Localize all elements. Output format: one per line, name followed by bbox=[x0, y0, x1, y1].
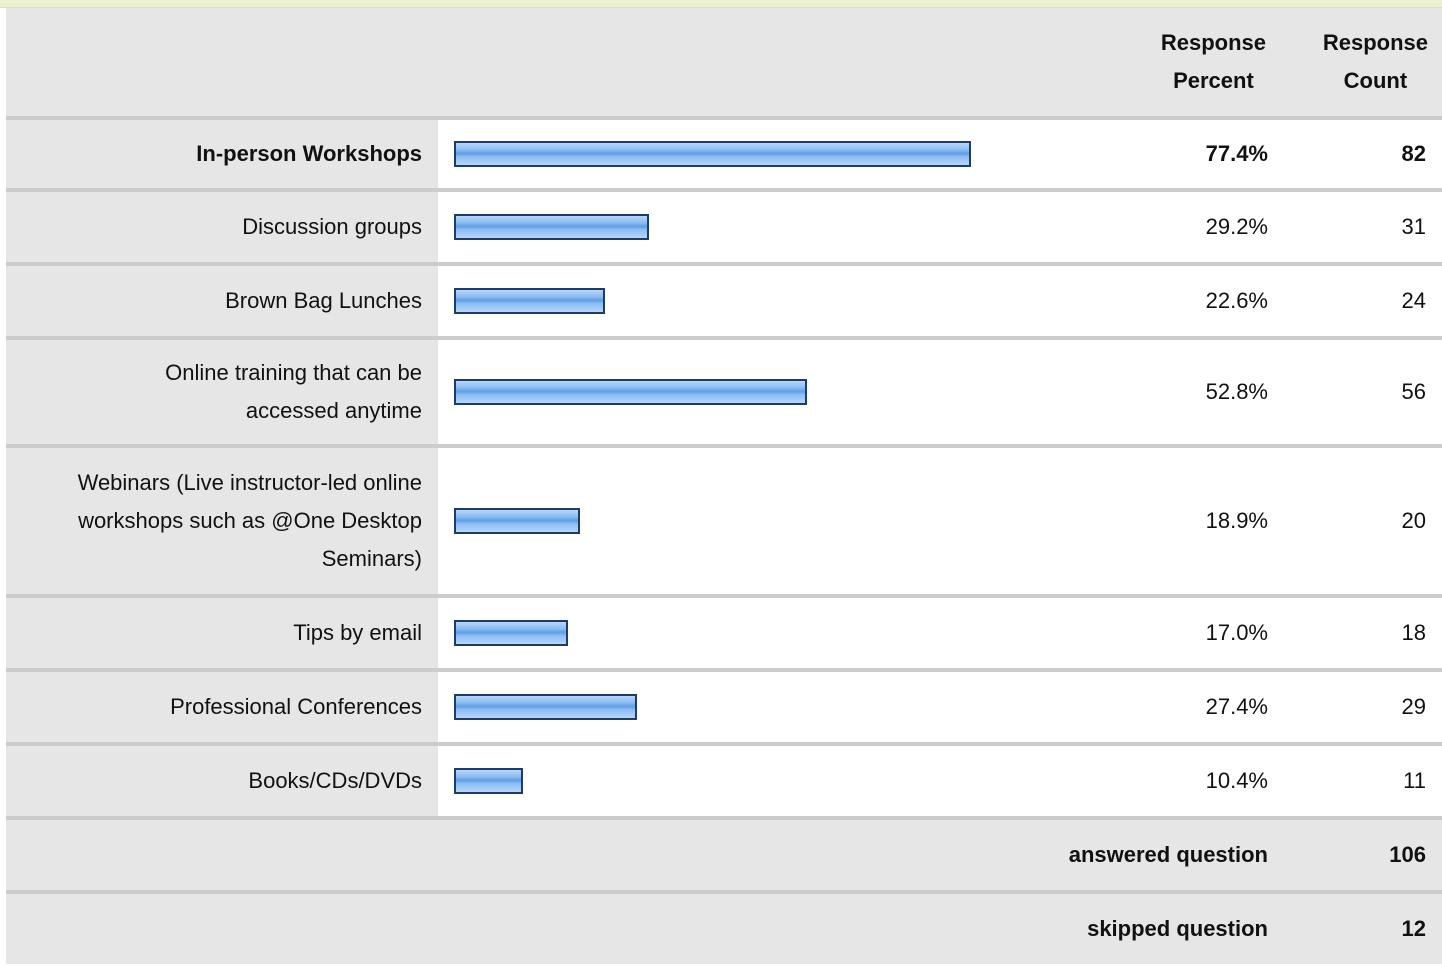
response-count: 56 bbox=[1278, 336, 1442, 446]
answered-question-value: 106 bbox=[1278, 816, 1442, 892]
response-percent: 22.6% bbox=[1118, 262, 1278, 338]
bar-cell bbox=[438, 188, 1118, 264]
bar-cell bbox=[438, 668, 1118, 744]
response-percent-header-line1: Response bbox=[1160, 30, 1266, 55]
table-row: Webinars (Live instructor-led online work… bbox=[6, 444, 1442, 596]
response-count-header-line1: Response bbox=[1322, 30, 1428, 55]
category-label-line: Professional Conferences bbox=[170, 694, 422, 719]
response-percent-header-line2: Percent bbox=[1173, 68, 1254, 93]
category-label: Professional Conferences bbox=[6, 668, 438, 744]
bar bbox=[454, 694, 637, 720]
response-percent: 18.9% bbox=[1118, 444, 1278, 596]
bar bbox=[454, 141, 971, 167]
skipped-question-label: skipped question bbox=[6, 890, 1278, 964]
header-bar-spacer bbox=[438, 8, 1118, 118]
category-label-line: Books/CDs/DVDs bbox=[248, 768, 422, 793]
response-percent: 17.0% bbox=[1118, 594, 1278, 670]
category-label-line: In-person Workshops bbox=[196, 141, 422, 166]
top-band bbox=[0, 0, 1442, 8]
bar-cell bbox=[438, 262, 1118, 338]
bar bbox=[454, 508, 580, 534]
skipped-row: skipped question 12 bbox=[6, 890, 1442, 964]
table-row: Tips by email 17.0% 18 bbox=[6, 594, 1442, 670]
table-row: Brown Bag Lunches 22.6% 24 bbox=[6, 262, 1442, 338]
response-count-header-line2: Count bbox=[1343, 68, 1408, 93]
response-count: 24 bbox=[1278, 262, 1442, 338]
table-row: Professional Conferences 27.4% 29 bbox=[6, 668, 1442, 744]
bar-cell bbox=[438, 742, 1118, 818]
response-count: 31 bbox=[1278, 188, 1442, 264]
table-row: In-person Workshops 77.4% 82 bbox=[6, 116, 1442, 190]
response-percent: 29.2% bbox=[1118, 188, 1278, 264]
bar-cell bbox=[438, 444, 1118, 596]
bar bbox=[454, 768, 523, 794]
table-row: Online training that can be accessed anyt… bbox=[6, 336, 1442, 446]
bar-cell bbox=[438, 116, 1118, 190]
category-label: Tips by email bbox=[6, 594, 438, 670]
table-row: Books/CDs/DVDs 10.4% 11 bbox=[6, 742, 1442, 818]
response-percent: 27.4% bbox=[1118, 668, 1278, 744]
response-count: 20 bbox=[1278, 444, 1442, 596]
response-percent: 10.4% bbox=[1118, 742, 1278, 818]
bar bbox=[454, 379, 807, 405]
category-label: In-person Workshops bbox=[6, 116, 438, 190]
bar bbox=[454, 214, 649, 240]
bar-cell bbox=[438, 336, 1118, 446]
response-count: 11 bbox=[1278, 742, 1442, 818]
response-percent: 77.4% bbox=[1118, 116, 1278, 190]
bar bbox=[454, 288, 605, 314]
category-label-line: Seminars) bbox=[321, 546, 422, 571]
response-count: 82 bbox=[1278, 116, 1442, 190]
category-label-line: Brown Bag Lunches bbox=[225, 288, 422, 313]
response-count: 18 bbox=[1278, 594, 1442, 670]
response-percent: 52.8% bbox=[1118, 336, 1278, 446]
category-label: Webinars (Live instructor-led online work… bbox=[6, 444, 438, 596]
answered-row: answered question 106 bbox=[6, 816, 1442, 892]
category-label-line: Webinars (Live instructor-led online bbox=[77, 470, 422, 495]
table-header: Response Percent Response Count bbox=[6, 8, 1442, 118]
header-spacer bbox=[6, 8, 438, 118]
skipped-question-value: 12 bbox=[1278, 890, 1442, 964]
category-label: Discussion groups bbox=[6, 188, 438, 264]
response-count-header: Response Count bbox=[1278, 8, 1442, 118]
category-label: Books/CDs/DVDs bbox=[6, 742, 438, 818]
response-table: Response Percent Response Count In-perso… bbox=[6, 8, 1442, 964]
category-label-line: accessed anytime bbox=[245, 398, 422, 423]
response-count: 29 bbox=[1278, 668, 1442, 744]
category-label-line: workshops such as @One Desktop bbox=[78, 508, 422, 533]
category-label-line: Discussion groups bbox=[242, 214, 422, 239]
bar bbox=[454, 620, 568, 646]
bar-cell bbox=[438, 594, 1118, 670]
category-label-line: Tips by email bbox=[293, 620, 422, 645]
category-label: Brown Bag Lunches bbox=[6, 262, 438, 338]
answered-question-label: answered question bbox=[6, 816, 1278, 892]
category-label-line: Online training that can be bbox=[165, 360, 422, 385]
response-percent-header: Response Percent bbox=[1118, 8, 1278, 118]
table-row: Discussion groups 29.2% 31 bbox=[6, 188, 1442, 264]
category-label: Online training that can be accessed anyt… bbox=[6, 336, 438, 446]
